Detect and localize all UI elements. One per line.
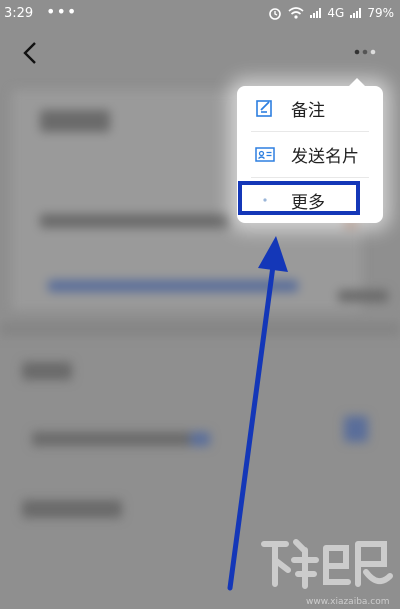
status-bar: 3:29 ••• 4G 79%: [0, 0, 400, 30]
bg-text-line: [40, 214, 230, 228]
bg-separator: [0, 322, 400, 336]
back-arrow-icon[interactable]: [18, 40, 44, 66]
status-dots: •••: [46, 2, 78, 21]
status-right: 4G 79%: [268, 6, 394, 20]
bg-footer-text: [22, 500, 122, 518]
wifi-icon: [288, 7, 304, 19]
bg-link-line: [48, 280, 298, 292]
svg-text:www.xiazaiba.com: www.xiazaiba.com: [306, 597, 390, 607]
note-edit-icon: [256, 100, 272, 117]
menu-item-send-card-label: 发送名片: [291, 146, 359, 167]
battery-level: 79%: [367, 6, 394, 20]
bg-row-tag: [190, 432, 210, 446]
signal-icon-2: [350, 8, 362, 18]
status-time: 3:29: [4, 6, 34, 21]
overflow-more-icon[interactable]: [352, 48, 380, 56]
bg-name-block: [40, 110, 110, 132]
highlight-box: [238, 181, 360, 215]
menu-item-send-card[interactable]: 发送名片: [237, 132, 383, 176]
signal-icon: [310, 8, 322, 18]
menu-item-note-label: 备注: [291, 100, 325, 121]
menu-item-note[interactable]: 备注: [237, 86, 383, 130]
bg-section-title: [22, 362, 72, 380]
alarm-icon: [269, 8, 282, 20]
contact-card-icon: [255, 147, 275, 162]
bg-row-text: [32, 432, 192, 446]
network-type: 4G: [327, 6, 345, 20]
bg-row-icon: [344, 416, 368, 442]
watermark-logo: www.xiazaiba.com: [261, 539, 393, 607]
popup-notch: [349, 78, 365, 86]
bg-side-text: [338, 290, 388, 302]
